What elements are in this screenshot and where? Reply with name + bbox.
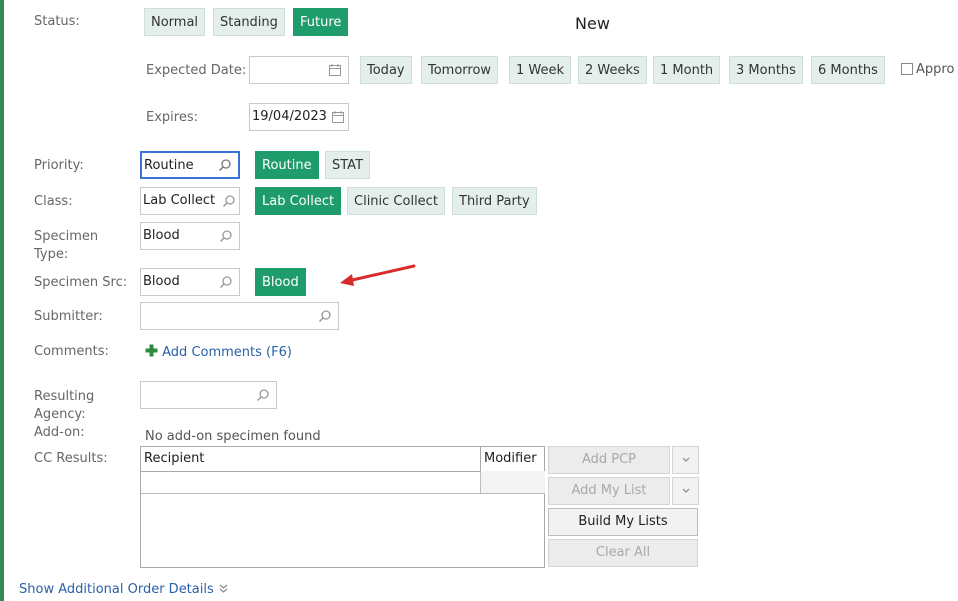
expires-label: Expires: (146, 110, 198, 125)
left-accent-bar (0, 0, 4, 601)
calendar-icon[interactable] (328, 63, 342, 77)
specimen-src-label: Specimen Src: (34, 275, 128, 290)
priority-stat-button[interactable]: STAT (325, 151, 371, 179)
resulting-agency-input[interactable] (140, 381, 277, 409)
class-input[interactable]: Lab Collect (140, 187, 240, 215)
new-order-label: New (575, 14, 610, 33)
class-third-party-button[interactable]: Third Party (452, 187, 537, 215)
table-row[interactable] (141, 471, 480, 494)
date-3-months-button[interactable]: 3 Months (729, 56, 803, 84)
add-comments-link[interactable]: Add Comments (F6) (145, 344, 292, 360)
date-tomorrow-button[interactable]: Tomorrow (421, 56, 499, 84)
date-6-months-button[interactable]: 6 Months (811, 56, 885, 84)
search-icon[interactable] (219, 275, 233, 289)
specimen-type-label-line2: Type: (34, 247, 69, 262)
priority-value: Routine (144, 158, 194, 173)
search-icon[interactable] (218, 158, 232, 172)
cc-results-label: CC Results: (34, 451, 108, 466)
modifier-column-header[interactable]: Modifier (480, 447, 545, 471)
approx-checkbox[interactable] (901, 63, 913, 75)
class-label: Class: (34, 194, 73, 209)
date-today-button[interactable]: Today (360, 56, 412, 84)
class-clinic-collect-button[interactable]: Clinic Collect (347, 187, 445, 215)
specimen-type-label-line1: Specimen (34, 229, 99, 244)
specimen-src-input[interactable]: Blood (140, 268, 240, 296)
expected-date-label: Expected Date: (146, 63, 247, 78)
calendar-icon[interactable] (331, 110, 345, 124)
add-pcp-dropdown[interactable] (672, 446, 699, 474)
plus-icon (145, 344, 158, 357)
add-my-list-button[interactable]: Add My List (548, 477, 670, 505)
show-additional-details-label: Show Additional Order Details (19, 582, 214, 597)
add-my-list-dropdown[interactable] (672, 477, 699, 505)
submitter-input[interactable] (140, 302, 339, 330)
recipient-column-header[interactable]: Recipient (141, 447, 480, 471)
chevron-down-icon (682, 457, 689, 462)
search-icon[interactable] (219, 229, 233, 243)
approx-label: Appro (916, 62, 955, 77)
priority-input[interactable]: Routine (140, 151, 240, 179)
submitter-label: Submitter: (34, 309, 103, 324)
show-additional-details-link[interactable]: Show Additional Order Details (19, 582, 229, 597)
specimen-type-input[interactable]: Blood (140, 222, 240, 250)
specimen-type-value: Blood (143, 228, 180, 243)
search-icon[interactable] (318, 309, 332, 323)
class-value: Lab Collect (143, 193, 216, 208)
add-on-text: No add-on specimen found (145, 429, 321, 444)
status-future-button[interactable]: Future (293, 8, 349, 36)
add-comments-label: Add Comments (F6) (162, 345, 292, 360)
comments-label: Comments: (34, 344, 109, 359)
priority-routine-button[interactable]: Routine (255, 151, 319, 179)
specimen-src-blood-button[interactable]: Blood (255, 268, 306, 296)
clear-all-button[interactable]: Clear All (548, 539, 698, 567)
add-on-label: Add-on: (34, 425, 85, 440)
date-1-month-button[interactable]: 1 Month (653, 56, 721, 84)
resulting-agency-label-line2: Agency: (34, 407, 86, 422)
date-2-weeks-button[interactable]: 2 Weeks (578, 56, 647, 84)
search-icon[interactable] (256, 388, 270, 402)
status-label: Status: (34, 14, 80, 29)
class-lab-collect-button[interactable]: Lab Collect (255, 187, 342, 215)
priority-label: Priority: (34, 158, 84, 173)
specimen-src-value: Blood (143, 274, 180, 289)
add-pcp-button[interactable]: Add PCP (548, 446, 670, 474)
expires-input[interactable]: 19/04/2023 (249, 103, 349, 131)
cc-results-table[interactable]: Recipient Modifier (140, 446, 545, 568)
status-standing-button[interactable]: Standing (213, 8, 285, 36)
table-row-modifier-cell[interactable] (480, 471, 545, 494)
status-normal-button[interactable]: Normal (144, 8, 206, 36)
build-my-lists-button[interactable]: Build My Lists (548, 508, 698, 536)
date-1-week-button[interactable]: 1 Week (509, 56, 572, 84)
search-icon[interactable] (222, 194, 236, 208)
expected-date-input[interactable] (249, 56, 349, 84)
red-arrow-annotation (340, 264, 416, 286)
chevron-down-icon (682, 488, 689, 493)
double-chevron-down-icon (219, 584, 228, 593)
resulting-agency-label-line1: Resulting (34, 389, 95, 404)
expires-value: 19/04/2023 (252, 109, 327, 124)
